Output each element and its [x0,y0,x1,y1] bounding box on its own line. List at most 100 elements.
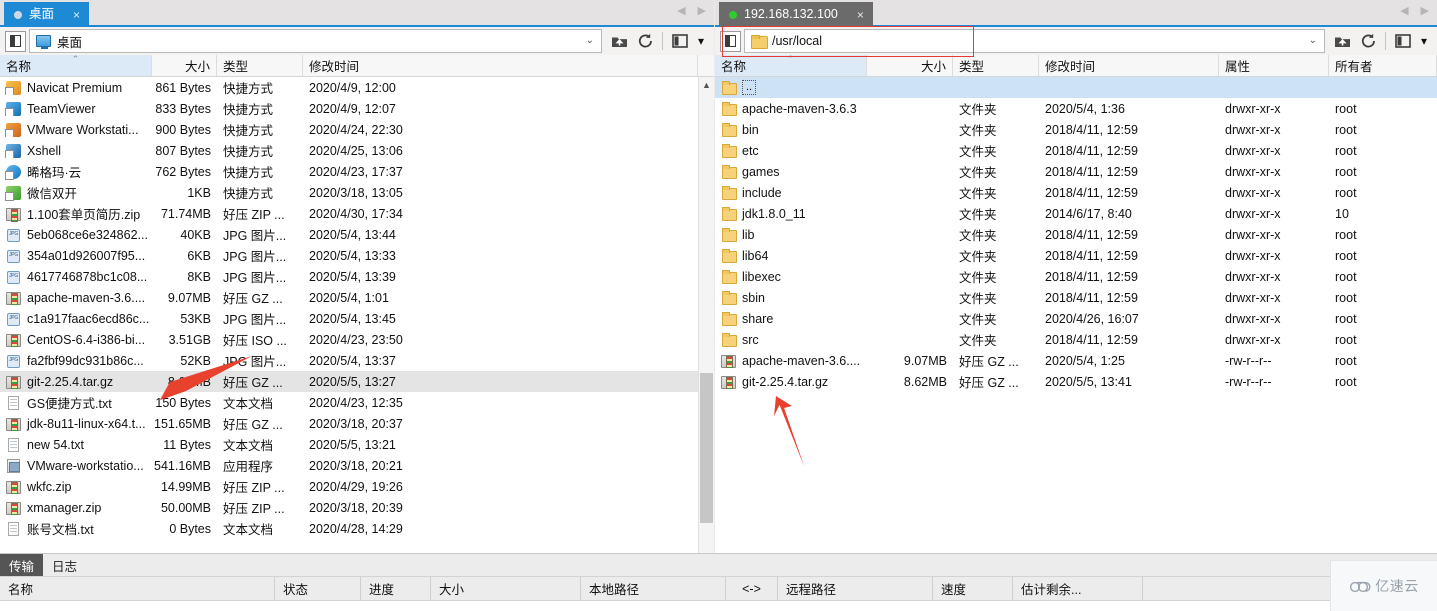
table-row[interactable]: fa2fbf99dc931b86c... 52KB JPG 图片... 2020/5/… [0,350,714,371]
view-layout-button[interactable] [1391,29,1415,53]
transfer-column-speed[interactable]: 速度 [933,577,1013,600]
chevron-left-icon[interactable]: ◀ [677,6,685,17]
table-row[interactable]: wkfc.zip 14.99MB 好压 ZIP ... 2020/4/29, 19:2… [0,476,714,497]
cell-owner: root [1335,185,1357,200]
table-row[interactable]: 账号文档.txt 0 Bytes 文本文档 2020/4/28, 14:29 [0,518,714,539]
table-row[interactable]: .. [715,77,1437,98]
scroll-up-arrow-icon[interactable]: ▲ [699,77,714,93]
refresh-button[interactable] [633,29,657,53]
tab-remote-host[interactable]: 192.168.132.100 × [719,2,873,27]
cell-modified: 2020/5/5, 13:21 [309,437,396,452]
table-row[interactable]: jdk-8u11-linux-x64.t... 151.65MB 好压 GZ ...… [0,413,714,434]
gz-archive-icon [6,291,21,305]
chevron-down-icon[interactable]: ⌄ [1309,35,1317,46]
cell-owner: root [1335,374,1357,389]
close-icon[interactable]: × [73,9,80,21]
transfer-column-name[interactable]: 名称 [0,577,275,600]
cell-attr: drwxr-xr-x [1225,227,1281,242]
table-row[interactable]: VMware Workstati... 900 Bytes 快捷方式 2020/4/2… [0,119,714,140]
remote-sidebar-toggle-button[interactable] [720,30,741,52]
table-row[interactable]: libexec 文件夹 2018/4/11, 12:59 drwxr-xr-x root [715,266,1437,287]
transfer-column-local_path[interactable]: 本地路径 [581,577,726,600]
table-row[interactable]: 5eb068ce6e324862... 40KB JPG 图片... 2020/5/4… [0,224,714,245]
tab-local-desktop[interactable]: 桌面 × [4,2,90,27]
table-row[interactable]: 4617746878bc1c08... 8KB JPG 图片... 2020/5/4,… [0,266,714,287]
table-row[interactable]: 晞格玛·云 762 Bytes 快捷方式 2020/4/23, 17:37 [0,161,714,182]
local-file-list[interactable]: Navicat Premium 861 Bytes 快捷方式 2020/4/9, 12… [0,77,714,553]
column-header-modified[interactable]: 修改时间 [1039,55,1219,76]
refresh-button[interactable] [1356,29,1380,53]
close-icon[interactable]: × [857,9,864,21]
chevron-left-icon[interactable]: ◀ [1400,6,1408,17]
upload-folder-button[interactable] [1330,29,1354,53]
local-vertical-scrollbar[interactable]: ▲ ▼ [698,77,714,553]
table-row[interactable]: apache-maven-3.6.... 9.07MB 好压 GZ ... 2020/… [715,350,1437,371]
table-row[interactable]: include 文件夹 2018/4/11, 12:59 drwxr-xr-x root [715,182,1437,203]
transfer-tab-active[interactable]: 传输 [0,554,44,576]
view-layout-button[interactable] [668,29,692,53]
column-header-type[interactable]: 类型 [217,55,303,76]
chevron-right-icon[interactable]: ▶ [1421,6,1429,17]
file-name: 账号文档.txt [27,523,94,537]
table-row[interactable]: Xshell 807 Bytes 快捷方式 2020/4/25, 13:06 [0,140,714,161]
table-row[interactable]: VMware-workstatio... 541.16MB 应用程序 2020/3/1… [0,455,714,476]
upload-folder-button[interactable] [607,29,631,53]
table-row[interactable]: etc 文件夹 2018/4/11, 12:59 drwxr-xr-x root [715,140,1437,161]
table-row[interactable]: git-2.25.4.tar.gz 8.62MB 好压 GZ ... 2020/5/5… [0,371,714,392]
table-row[interactable]: src 文件夹 2018/4/11, 12:59 drwxr-xr-x root [715,329,1437,350]
view-more-button[interactable]: ▾ [694,29,708,53]
cell-name: TeamViewer [0,101,152,116]
table-row[interactable]: GS便捷方式.txt 150 Bytes 文本文档 2020/4/23, 12:35 [0,392,714,413]
column-header-type[interactable]: 类型 [953,55,1039,76]
table-row[interactable]: 微信双开 1KB 快捷方式 2020/3/18, 13:05 [0,182,714,203]
local-path-input[interactable]: 桌面 ⌄ [29,29,602,53]
table-row[interactable]: git-2.25.4.tar.gz 8.62MB 好压 GZ ... 2020/5/5… [715,371,1437,392]
file-name: Xshell [27,143,62,158]
cell-name: include [715,185,867,200]
transfer-column-remaining[interactable]: 估计剩余... [1013,577,1143,600]
scroll-thumb[interactable] [700,373,713,523]
chevron-right-icon[interactable]: ▶ [698,6,706,17]
column-header-owner[interactable]: 所有者 [1329,55,1437,76]
table-row[interactable]: CentOS-6.4-i386-bi... 3.51GB 好压 ISO ... 202… [0,329,714,350]
column-header-modified[interactable]: 修改时间 [303,55,698,76]
transfer-column-progress[interactable]: 进度 [361,577,431,600]
cell-name: apache-maven-3.6.3 [715,101,867,116]
table-row[interactable]: games 文件夹 2018/4/11, 12:59 drwxr-xr-x root [715,161,1437,182]
transfer-column-direction[interactable]: <-> [726,577,778,600]
column-header-size[interactable]: 大小 [152,55,217,76]
table-row[interactable]: c1a917faac6ecd86c... 53KB JPG 图片... 2020/5/… [0,308,714,329]
transfer-tab-inactive[interactable]: 日志 [43,554,86,576]
transfer-column-remote_path[interactable]: 远程路径 [778,577,933,600]
table-row[interactable]: 1.100套单页简历.zip 71.74MB 好压 ZIP ... 2020/4/30… [0,203,714,224]
cell-name: 354a01d926007f95... [0,249,152,263]
table-row[interactable]: sbin 文件夹 2018/4/11, 12:59 drwxr-xr-x root [715,287,1437,308]
local-sidebar-toggle-button[interactable] [5,30,26,52]
column-header-attr[interactable]: 属性 [1219,55,1329,76]
transfer-list-body[interactable] [0,600,1437,611]
cell-size: 71.74MB [160,206,211,221]
table-row[interactable]: 354a01d926007f95... 6KB JPG 图片... 2020/5/4,… [0,245,714,266]
transfer-column-size[interactable]: 大小 [431,577,581,600]
table-row[interactable]: Navicat Premium 861 Bytes 快捷方式 2020/4/9, 12… [0,77,714,98]
table-row[interactable]: new 54.txt 11 Bytes 文本文档 2020/5/5, 13:21 [0,434,714,455]
remote-path-input[interactable]: /usr/local ⌄ [744,29,1325,53]
table-row[interactable]: lib64 文件夹 2018/4/11, 12:59 drwxr-xr-x root [715,245,1437,266]
column-header-name[interactable]: ⌃ 名称 [715,55,867,76]
table-row[interactable]: share 文件夹 2020/4/26, 16:07 drwxr-xr-x root [715,308,1437,329]
table-row[interactable]: bin 文件夹 2018/4/11, 12:59 drwxr-xr-x root [715,119,1437,140]
table-row[interactable]: jdk1.8.0_11 文件夹 2014/6/17, 8:40 drwxr-xr-x 1… [715,203,1437,224]
table-row[interactable]: apache-maven-3.6.... 9.07MB 好压 GZ ... 2020/… [0,287,714,308]
cell-modified: 2020/4/25, 13:06 [309,143,403,158]
view-more-button[interactable]: ▾ [1417,29,1431,53]
column-header-size[interactable]: 大小 [867,55,953,76]
table-row[interactable]: TeamViewer 833 Bytes 快捷方式 2020/4/9, 12:07 [0,98,714,119]
chevron-down-icon[interactable]: ⌄ [586,35,594,46]
remote-file-list[interactable]: .. apache-maven-3.6.3 文件夹 2020/5/4, 1:36 drw… [715,77,1437,553]
cell-modified: 2020/4/9, 12:00 [309,80,396,95]
table-row[interactable]: xmanager.zip 50.00MB 好压 ZIP ... 2020/3/18, … [0,497,714,518]
table-row[interactable]: apache-maven-3.6.3 文件夹 2020/5/4, 1:36 drwxr… [715,98,1437,119]
column-header-name[interactable]: ⌃ 名称 [0,55,152,76]
table-row[interactable]: lib 文件夹 2018/4/11, 12:59 drwxr-xr-x root [715,224,1437,245]
transfer-column-status[interactable]: 状态 [275,577,361,600]
